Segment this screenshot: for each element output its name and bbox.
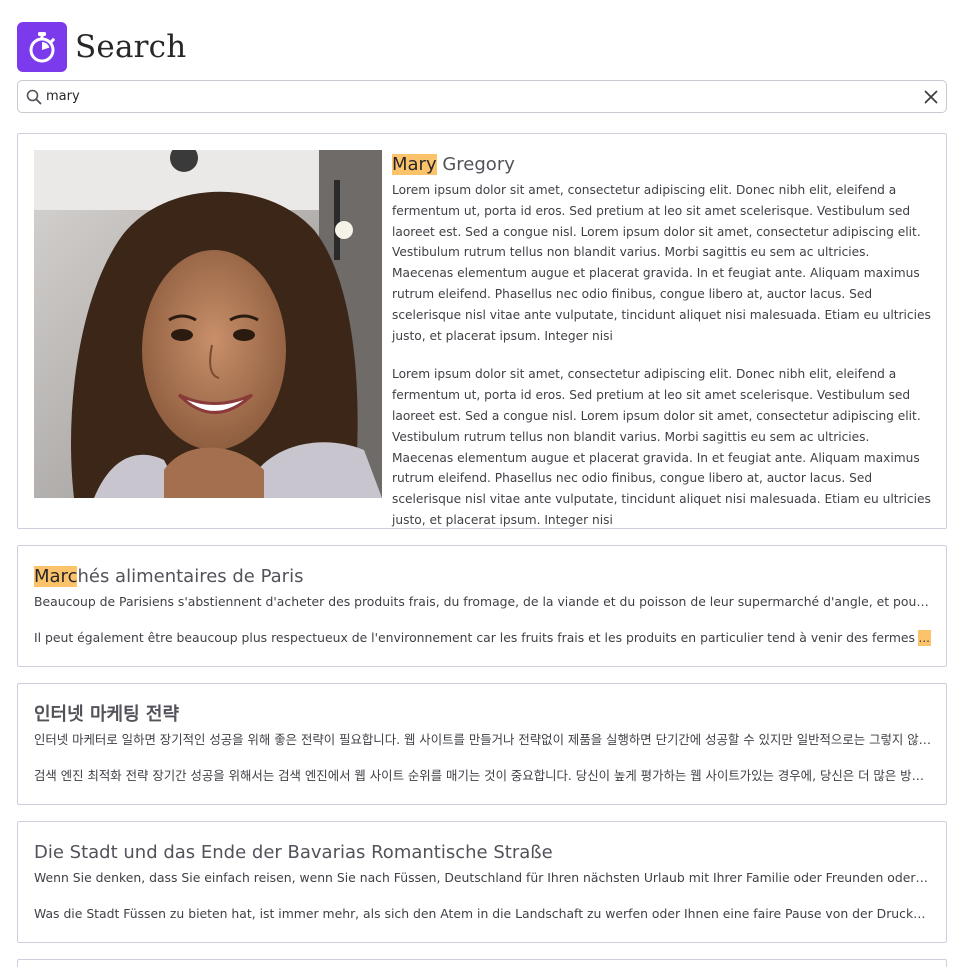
title-text: hés alimentaires de Paris bbox=[77, 566, 304, 587]
result-line: 검색 엔진 최적화 전략 장기간 성공을 위해서는 검색 엔진에서 웹 사이트 … bbox=[34, 768, 931, 783]
result-card[interactable]: Mary Gregory Lorem ipsum dolor sit amet,… bbox=[17, 133, 947, 529]
result-body: Die Stadt und das Ende der Bavarias Roma… bbox=[34, 840, 931, 924]
result-card[interactable]: Die Stadt und das Ende der Bavarias Roma… bbox=[17, 821, 947, 943]
result-line: Was die Stadt Füssen zu bieten hat, ist … bbox=[34, 906, 931, 921]
search-bar bbox=[17, 80, 947, 113]
result-card[interactable]: 인터넷 마케팅 전략 인터넷 마케터로 일하면 장기적인 성공을 위해 좋은 전… bbox=[17, 683, 947, 805]
result-paragraph: Lorem ipsum dolor sit amet, consectetur … bbox=[392, 183, 931, 343]
highlight-ellipsis: ... bbox=[917, 630, 931, 646]
result-body: Marchés alimentaires de Paris Beaucoup d… bbox=[34, 564, 931, 648]
title-text: Gregory bbox=[436, 154, 515, 175]
clear-icon[interactable] bbox=[923, 89, 939, 105]
result-body: 인터넷 마케팅 전략 인터넷 마케터로 일하면 장기적인 성공을 위해 좋은 전… bbox=[34, 702, 931, 786]
title-highlight: Marc bbox=[34, 566, 78, 587]
result-card[interactable]: Marchés alimentaires de Paris Beaucoup d… bbox=[17, 545, 947, 667]
search-icon bbox=[26, 89, 42, 105]
page-title: Search bbox=[75, 29, 187, 65]
result-body: Mary Gregory Lorem ipsum dolor sit amet,… bbox=[392, 152, 932, 528]
title-highlight: Mary bbox=[392, 154, 437, 175]
header: Search bbox=[17, 22, 186, 72]
result-title[interactable]: Mary Gregory bbox=[392, 152, 932, 178]
result-title[interactable]: Marchés alimentaires de Paris bbox=[34, 564, 931, 590]
stopwatch-icon bbox=[17, 22, 67, 72]
search-input[interactable] bbox=[46, 81, 923, 112]
result-line: 인터넷 마케터로 일하면 장기적인 성공을 위해 좋은 전략이 필요합니다. 웹… bbox=[34, 732, 931, 747]
result-line: Beaucoup de Parisiens s'abstiennent d'ac… bbox=[34, 594, 931, 609]
result-line: Wenn Sie denken, dass Sie einfach reisen… bbox=[34, 870, 931, 885]
result-title[interactable]: 인터넷 마케팅 전략 bbox=[34, 702, 931, 728]
result-line: Il peut également être beaucoup plus res… bbox=[34, 628, 931, 648]
result-paragraph: Lorem ipsum dolor sit amet, consectetur … bbox=[392, 367, 931, 527]
result-line-text: Il peut également être beaucoup plus res… bbox=[34, 630, 931, 645]
result-card[interactable] bbox=[17, 959, 947, 967]
result-photo bbox=[34, 150, 382, 498]
result-title[interactable]: Die Stadt und das Ende der Bavarias Roma… bbox=[34, 840, 931, 866]
